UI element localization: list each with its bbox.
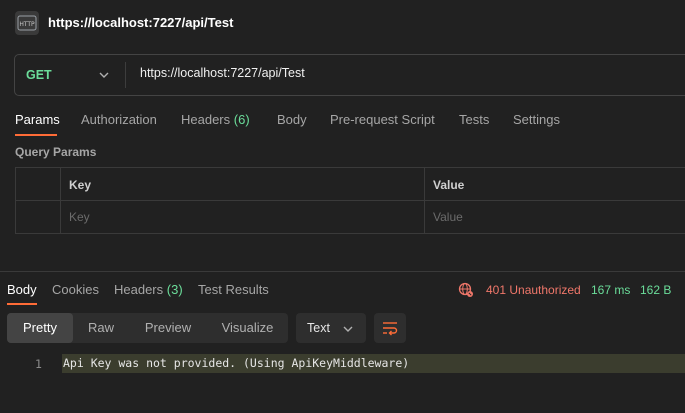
tab-pre-request-script[interactable]: Pre-request Script bbox=[330, 112, 435, 127]
response-view-selector: Pretty Raw Preview Visualize bbox=[7, 313, 288, 343]
value-input[interactable]: Value bbox=[433, 210, 463, 224]
chevron-down-icon bbox=[343, 326, 353, 332]
tab-body[interactable]: Body bbox=[277, 112, 307, 127]
wrap-lines-button[interactable] bbox=[374, 313, 406, 343]
response-status[interactable]: 401 Unauthorized bbox=[486, 283, 581, 297]
key-input[interactable]: Key bbox=[69, 210, 90, 224]
response-tab-test-results[interactable]: Test Results bbox=[198, 282, 269, 297]
format-label: Text bbox=[307, 321, 330, 335]
view-pretty[interactable]: Pretty bbox=[7, 313, 73, 343]
response-divider[interactable] bbox=[0, 271, 685, 272]
query-params-heading: Query Params bbox=[15, 145, 97, 159]
url-input[interactable]: https://localhost:7227/api/Test bbox=[140, 66, 305, 80]
value-column-header: Value bbox=[433, 178, 465, 192]
response-body-text[interactable]: Api Key was not provided. (Using ApiKeyM… bbox=[62, 354, 685, 373]
table-column-divider bbox=[424, 168, 425, 233]
response-tab-headers-label: Headers bbox=[114, 282, 164, 297]
format-select[interactable]: Text bbox=[296, 313, 366, 343]
view-preview[interactable]: Preview bbox=[129, 313, 207, 343]
response-time[interactable]: 167 ms bbox=[591, 283, 630, 297]
line-number: 1 bbox=[35, 357, 42, 371]
view-raw[interactable]: Raw bbox=[73, 313, 129, 343]
response-size[interactable]: 162 B bbox=[640, 283, 671, 297]
response-body-line[interactable]: 1 Api Key was not provided. (Using ApiKe… bbox=[0, 353, 685, 373]
method-select[interactable]: GET bbox=[26, 68, 52, 82]
url-bar: GET https://localhost:7227/api/Test bbox=[14, 54, 685, 96]
tab-headers-count: (6) bbox=[233, 112, 250, 127]
http-request-icon: HTTP bbox=[15, 11, 39, 35]
key-column-header: Key bbox=[69, 178, 92, 192]
view-visualize[interactable]: Visualize bbox=[207, 313, 288, 343]
network-globe-icon[interactable] bbox=[458, 282, 474, 298]
response-tab-body[interactable]: Body bbox=[7, 282, 37, 297]
table-column-divider bbox=[60, 168, 61, 233]
query-params-table: Key Value Key Value bbox=[15, 167, 685, 234]
divider bbox=[125, 62, 126, 88]
tab-settings[interactable]: Settings bbox=[513, 112, 560, 127]
response-tab-headers[interactable]: Headers (3) bbox=[114, 282, 183, 297]
tab-authorization[interactable]: Authorization bbox=[81, 112, 157, 127]
response-tab-cookies[interactable]: Cookies bbox=[52, 282, 99, 297]
request-title-bar: HTTP https://localhost:7227/api/Test bbox=[0, 0, 685, 46]
wrap-lines-icon bbox=[383, 322, 398, 336]
tab-params[interactable]: Params bbox=[15, 112, 60, 127]
request-title[interactable]: https://localhost:7227/api/Test bbox=[48, 15, 233, 30]
tab-headers-label: Headers bbox=[181, 112, 231, 127]
active-tab-indicator bbox=[15, 134, 57, 136]
svg-text:HTTP: HTTP bbox=[19, 21, 35, 28]
chevron-down-icon[interactable] bbox=[98, 69, 110, 81]
table-row-divider bbox=[16, 200, 685, 201]
tab-headers[interactable]: Headers (6) bbox=[181, 112, 250, 127]
response-tab-headers-count: (3) bbox=[166, 282, 183, 297]
active-tab-indicator bbox=[7, 303, 37, 305]
tab-tests[interactable]: Tests bbox=[459, 112, 489, 127]
